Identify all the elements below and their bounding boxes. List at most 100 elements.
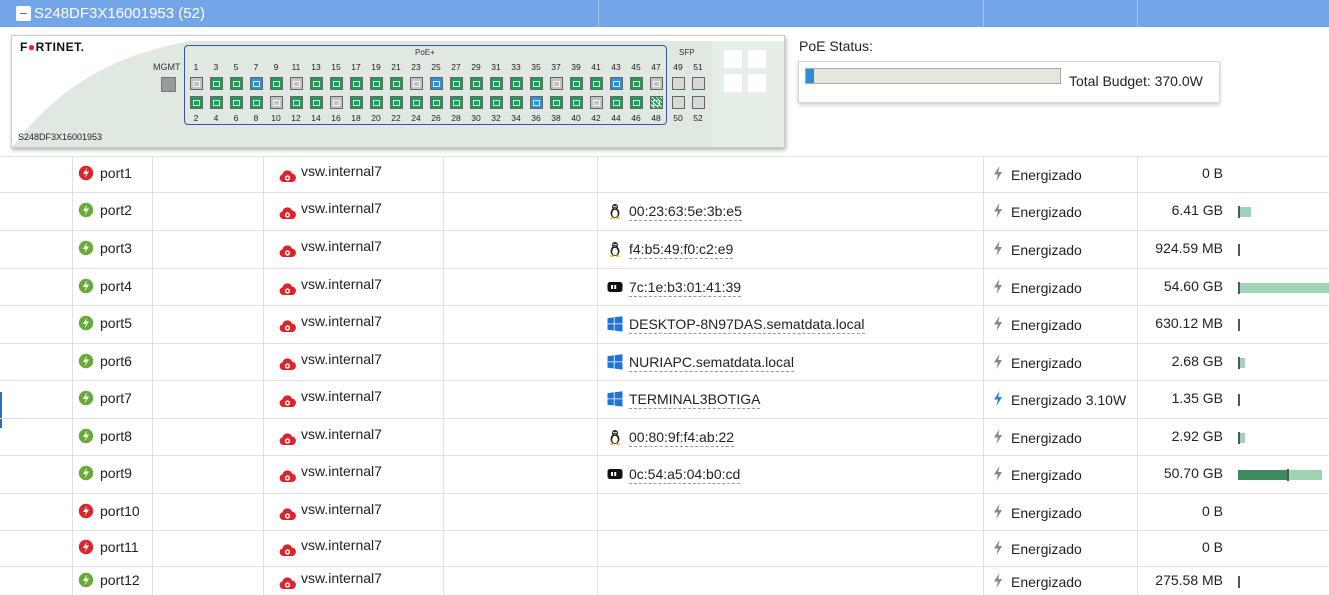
sfp-port-51[interactable] [692,77,705,90]
switch-port-42[interactable] [590,96,603,109]
switch-port-28[interactable] [450,96,463,109]
vsw-name[interactable]: vsw.internal7 [301,200,382,216]
switch-port-2[interactable] [190,96,203,109]
switch-port-12[interactable] [290,96,303,109]
switch-port-27[interactable] [450,77,463,90]
switch-port-15[interactable] [330,77,343,90]
port-name[interactable]: port1 [100,165,132,181]
vsw-name[interactable]: vsw.internal7 [301,163,382,179]
vsw-name[interactable]: vsw.internal7 [301,537,382,553]
switch-port-31[interactable] [490,77,503,90]
collapse-icon[interactable] [16,6,31,21]
switch-port-14[interactable] [310,96,323,109]
vsw-name[interactable]: vsw.internal7 [301,388,382,404]
switch-port-7[interactable] [250,77,263,90]
sfp-port-52[interactable] [692,96,705,109]
sfp-port-49[interactable] [672,77,685,90]
switch-port-36[interactable] [530,96,543,109]
switch-port-48[interactable] [650,96,663,109]
device-name-link[interactable]: f4:b5:49:f0:c2:e9 [629,241,734,259]
switch-port-9[interactable] [270,77,283,90]
switch-port-45[interactable] [630,77,643,90]
switch-port-17[interactable] [350,77,363,90]
switch-port-47[interactable] [650,77,663,90]
switch-port-39[interactable] [570,77,583,90]
switch-port-41[interactable] [590,77,603,90]
mgmt-port[interactable] [161,77,176,92]
table-row[interactable]: port9 vsw.internal7 0c:54:a5:04:b0:cd Energ… [0,455,1329,493]
vsw-name[interactable]: vsw.internal7 [301,351,382,367]
switch-port-11[interactable] [290,77,303,90]
vsw-name[interactable]: vsw.internal7 [301,238,382,254]
switch-port-38[interactable] [550,96,563,109]
switch-port-29[interactable] [470,77,483,90]
switch-port-40[interactable] [570,96,583,109]
table-row[interactable]: port11 vsw.internal7 Energizado 0 B [0,530,1329,566]
vsw-name[interactable]: vsw.internal7 [301,501,382,517]
table-row[interactable]: port8 vsw.internal7 00:80:9f:f4:ab:22 Energ… [0,418,1329,455]
port-name[interactable]: port11 [100,539,139,555]
device-name-link[interactable]: DESKTOP-8N97DAS.sematdata.local [629,316,865,334]
vsw-name[interactable]: vsw.internal7 [301,426,382,442]
device-name-link[interactable]: NURIAPC.sematdata.local [629,354,794,372]
port-name[interactable]: port2 [100,202,132,218]
switch-port-19[interactable] [370,77,383,90]
device-name-link[interactable]: 00:80:9f:f4:ab:22 [629,429,735,447]
switch-port-24[interactable] [410,96,423,109]
table-row[interactable]: port6 vsw.internal7 NURIAPC.sematdata.loca… [0,343,1329,380]
switch-port-35[interactable] [530,77,543,90]
switch-port-16[interactable] [330,96,343,109]
port-name[interactable]: port8 [100,428,132,444]
port-number-label: 50 [673,113,683,123]
switch-port-20[interactable] [370,96,383,109]
port-name[interactable]: port7 [100,390,132,406]
switch-port-23[interactable] [410,77,423,90]
switch-group-header[interactable]: S248DF3X16001953 (52) [0,0,1329,27]
switch-port-37[interactable] [550,77,563,90]
switch-port-1[interactable] [190,77,203,90]
device-name-link[interactable]: 0c:54:a5:04:b0:cd [629,466,741,484]
port-name[interactable]: port3 [100,240,132,256]
port-name[interactable]: port6 [100,353,132,369]
device-name-link[interactable]: TERMINAL3BOTIGA [629,391,761,409]
port-name[interactable]: port12 [100,572,140,588]
table-row[interactable]: port3 vsw.internal7 f4:b5:49:f0:c2:e9 Energ… [0,230,1329,268]
switch-port-10[interactable] [270,96,283,109]
switch-port-26[interactable] [430,96,443,109]
port-name[interactable]: port10 [100,503,140,519]
switch-port-22[interactable] [390,96,403,109]
table-row[interactable]: port10 vsw.internal7 Energizado 0 B [0,493,1329,530]
device-name-link[interactable]: 00:23:63:5e:3b:e5 [629,203,742,221]
switch-port-32[interactable] [490,96,503,109]
switch-port-25[interactable] [430,77,443,90]
port-name[interactable]: port5 [100,315,132,331]
vsw-name[interactable]: vsw.internal7 [301,570,382,586]
switch-port-18[interactable] [350,96,363,109]
switch-port-33[interactable] [510,77,523,90]
switch-port-30[interactable] [470,96,483,109]
device-name-link[interactable]: 7c:1e:b3:01:41:39 [629,279,742,297]
switch-port-21[interactable] [390,77,403,90]
switch-port-8[interactable] [250,96,263,109]
vsw-name[interactable]: vsw.internal7 [301,463,382,479]
switch-port-44[interactable] [610,96,623,109]
table-row[interactable]: port5 vsw.internal7 DESKTOP-8N97DAS.sematd… [0,305,1329,343]
switch-port-46[interactable] [630,96,643,109]
switch-port-6[interactable] [230,96,243,109]
switch-port-13[interactable] [310,77,323,90]
switch-port-43[interactable] [610,77,623,90]
table-row[interactable]: port1 vsw.internal7 Energizado 0 B [0,156,1329,192]
vsw-name[interactable]: vsw.internal7 [301,276,382,292]
switch-port-3[interactable] [210,77,223,90]
switch-port-5[interactable] [230,77,243,90]
table-row[interactable]: port12 vsw.internal7 Energizado 275.58 MB [0,566,1329,595]
port-name[interactable]: port4 [100,278,132,294]
vsw-name[interactable]: vsw.internal7 [301,313,382,329]
table-row[interactable]: port7 vsw.internal7 TERMINAL3BOTIGA Energiz… [0,380,1329,418]
switch-port-4[interactable] [210,96,223,109]
table-row[interactable]: port2 vsw.internal7 00:23:63:5e:3b:e5 Energ… [0,192,1329,230]
table-row[interactable]: port4 vsw.internal7 7c:1e:b3:01:41:39 Energ… [0,268,1329,305]
sfp-port-50[interactable] [672,96,685,109]
port-name[interactable]: port9 [100,465,132,481]
switch-port-34[interactable] [510,96,523,109]
